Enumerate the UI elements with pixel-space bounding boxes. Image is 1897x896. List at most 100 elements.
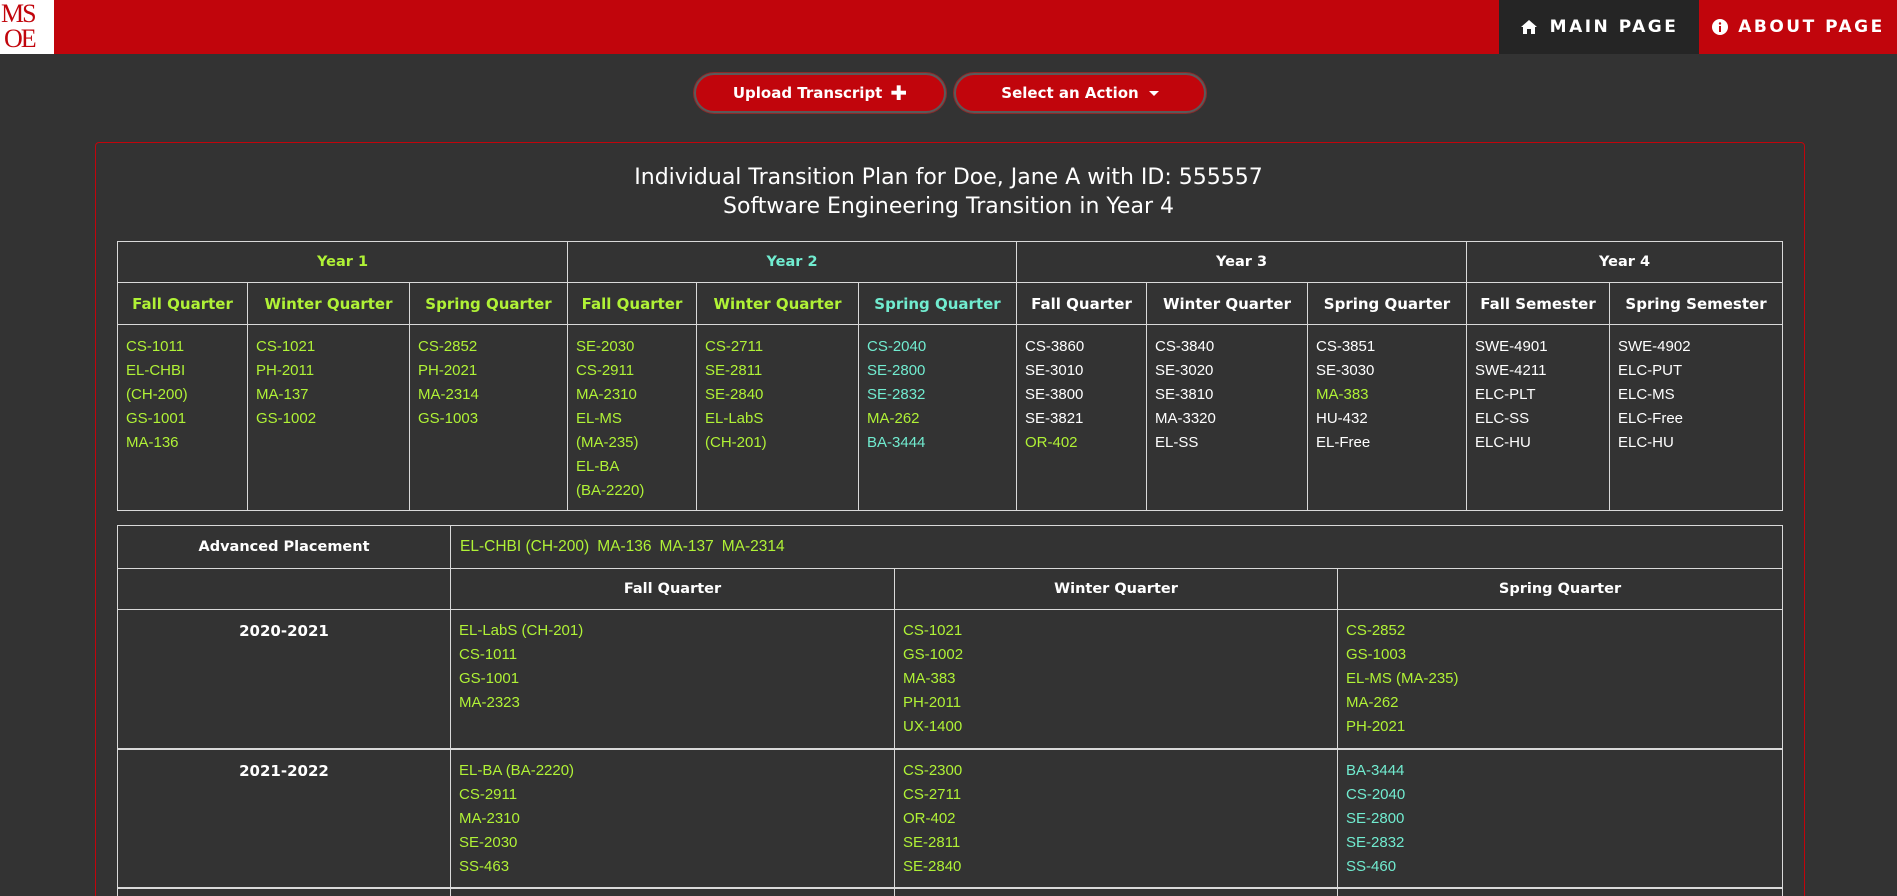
history-header-winter: Winter Quarter xyxy=(894,568,1338,610)
course-code: MA-383 xyxy=(903,670,956,687)
course-code: MA-383 xyxy=(1316,386,1369,403)
course-code: SE-3010 xyxy=(1025,362,1084,379)
course-code: SE-3030 xyxy=(1316,362,1375,379)
about-page-link[interactable]: ABOUT PAGE xyxy=(1700,0,1897,54)
term-header: Spring Quarter xyxy=(409,282,568,325)
about-page-label: ABOUT PAGE xyxy=(1738,17,1885,37)
main-page-link[interactable]: MAIN PAGE xyxy=(1499,0,1699,54)
course-code: EL-LabS (CH-201) xyxy=(459,622,584,639)
course-code: ELC-PUT xyxy=(1618,362,1683,379)
course-code: EL-Free xyxy=(1316,434,1371,451)
course-code: MA-3320 xyxy=(1155,410,1216,427)
course-code: SE-2811 xyxy=(705,362,763,379)
course-code: (BA-2220) xyxy=(576,482,645,499)
history-empty-cell xyxy=(450,886,895,896)
year-header: Year 2 xyxy=(567,241,1017,283)
course-code: MA-136 xyxy=(126,434,179,451)
term-header: Fall Semester xyxy=(1466,282,1610,325)
history-header-fall: Fall Quarter xyxy=(450,568,895,610)
history-fall-cell: EL-LabS (CH-201) CS-1011 GS-1001 MA-2323 xyxy=(450,609,895,749)
course-code: EL-LabS xyxy=(705,410,764,427)
course-code: OR-402 xyxy=(903,809,956,827)
course-code: GS-1001 xyxy=(126,410,187,427)
course-code: CS-1011 xyxy=(459,646,518,663)
history-fall-cell: EL-BA (BA-2220) CS-2911 MA-2310 SE-2030 SS-4… xyxy=(450,747,895,888)
course-code: CS-3840 xyxy=(1155,338,1215,355)
history-empty-cell xyxy=(117,886,451,896)
course-code: GS-1001 xyxy=(459,670,520,687)
course-code: MA-262 xyxy=(867,410,920,427)
course-code: GS-1002 xyxy=(256,410,317,427)
course-code: EL-MS (MA-235) xyxy=(1346,670,1459,687)
advanced-placement-course: MA-137 xyxy=(659,538,714,555)
term-header: Spring Quarter xyxy=(858,282,1017,325)
plan-title: Individual Transition Plan for Doe, Jane… xyxy=(634,165,1263,190)
course-code: SE-2832 xyxy=(1346,833,1405,851)
term-header: Fall Quarter xyxy=(117,282,248,325)
course-code: SS-460 xyxy=(1346,857,1397,875)
upload-transcript-button[interactable]: Upload Transcript ✚ xyxy=(694,73,946,113)
term-courses-cell: CS-2040 SE-2800 SE-2832 MA-262 BA-3444 xyxy=(858,324,1017,511)
course-code: MA-2310 xyxy=(576,386,637,403)
course-code: CS-1021 xyxy=(903,622,963,639)
course-code: UX-1400 xyxy=(903,718,963,735)
course-history-table: Advanced Placement EL-CHBI (CH-200) MA-13… xyxy=(117,525,1784,896)
course-code: SWE-4902 xyxy=(1618,338,1691,355)
course-code: SE-2030 xyxy=(459,833,518,851)
home-icon xyxy=(1520,19,1538,35)
course-code: PH-2011 xyxy=(903,694,962,711)
course-code: SE-3800 xyxy=(1025,386,1084,403)
course-code: GS-1003 xyxy=(1346,646,1407,663)
course-code: CS-3860 xyxy=(1025,338,1085,355)
term-header: Fall Quarter xyxy=(1016,282,1147,325)
top-navbar: MS OE MAIN PAGE ABOUT PAGE xyxy=(0,0,1897,54)
course-code: SE-2030 xyxy=(576,338,635,355)
history-spring-cell: BA-3444 CS-2040 SE-2800 SE-2832 SS-460 xyxy=(1336,747,1784,888)
course-code: EL-SS xyxy=(1155,434,1199,451)
course-code: EL-BA (BA-2220) xyxy=(459,761,575,779)
course-code: CS-2911 xyxy=(459,785,518,803)
msoe-logo[interactable]: MS OE xyxy=(0,0,54,54)
term-courses-cell: SWE-4902 ELC-PUT ELC-MS ELC-Free ELC-HU xyxy=(1608,324,1784,511)
caret-down-icon xyxy=(1148,90,1159,96)
course-code: SE-2800 xyxy=(867,362,926,379)
history-header-spring: Spring Quarter xyxy=(1336,568,1784,610)
term-header: Fall Quarter xyxy=(567,282,697,325)
course-code: SWE-4901 xyxy=(1475,338,1548,355)
course-code: ELC-SS xyxy=(1475,410,1530,427)
course-code: ELC-PLT xyxy=(1475,386,1536,403)
plus-icon: ✚ xyxy=(890,81,908,105)
course-code: SS-463 xyxy=(459,857,510,875)
course-code: CS-1011 xyxy=(126,338,185,355)
course-code: GS-1002 xyxy=(903,646,964,663)
course-code: SE-2840 xyxy=(705,386,764,403)
history-header-blank xyxy=(117,568,451,610)
course-code: SE-3810 xyxy=(1155,386,1214,403)
logo-text-bottom: OE xyxy=(4,24,37,53)
course-code: SE-2840 xyxy=(903,857,962,875)
history-winter-cell: CS-2300 CS-2711 OR-402 SE-2811 SE-2840 xyxy=(894,747,1338,888)
course-code: MA-2323 xyxy=(459,694,520,711)
term-courses-cell: CS-3860 SE-3010 SE-3800 SE-3821 OR-402 xyxy=(1016,324,1147,511)
advanced-placement-course: MA-2314 xyxy=(721,538,785,555)
course-code: HU-432 xyxy=(1316,410,1368,427)
course-code: CS-2911 xyxy=(576,362,635,379)
select-action-dropdown[interactable]: Select an Action xyxy=(954,73,1206,113)
term-courses-cell: CS-2852 PH-2021 MA-2314 GS-1003 xyxy=(409,324,568,511)
course-code: PH-2021 xyxy=(418,362,478,379)
course-code: CS-2711 xyxy=(903,785,962,803)
academic-year-label: 2020-2021 xyxy=(117,609,451,749)
course-code: (CH-201) xyxy=(705,434,767,451)
advanced-placement-course: MA-136 xyxy=(597,538,652,555)
course-code: CS-2040 xyxy=(1346,785,1406,803)
term-courses-cell: CS-3851 SE-3030 MA-383 HU-432 EL-Free xyxy=(1307,324,1467,511)
course-code: ELC-Free xyxy=(1618,410,1684,427)
select-action-label: Select an Action xyxy=(1001,84,1139,102)
course-code: SWE-4211 xyxy=(1475,362,1547,379)
course-code: CS-2711 xyxy=(705,338,764,355)
term-courses-cell: CS-1011 EL-CHBI (CH-200) GS-1001 MA-136 xyxy=(117,324,248,511)
term-courses-cell: SWE-4901 SWE-4211 ELC-PLT ELC-SS ELC-HU xyxy=(1466,324,1610,511)
term-courses-cell: CS-3840 SE-3020 SE-3810 MA-3320 EL-SS xyxy=(1146,324,1308,511)
course-code: BA-3444 xyxy=(867,434,926,451)
term-header: Winter Quarter xyxy=(1146,282,1308,325)
